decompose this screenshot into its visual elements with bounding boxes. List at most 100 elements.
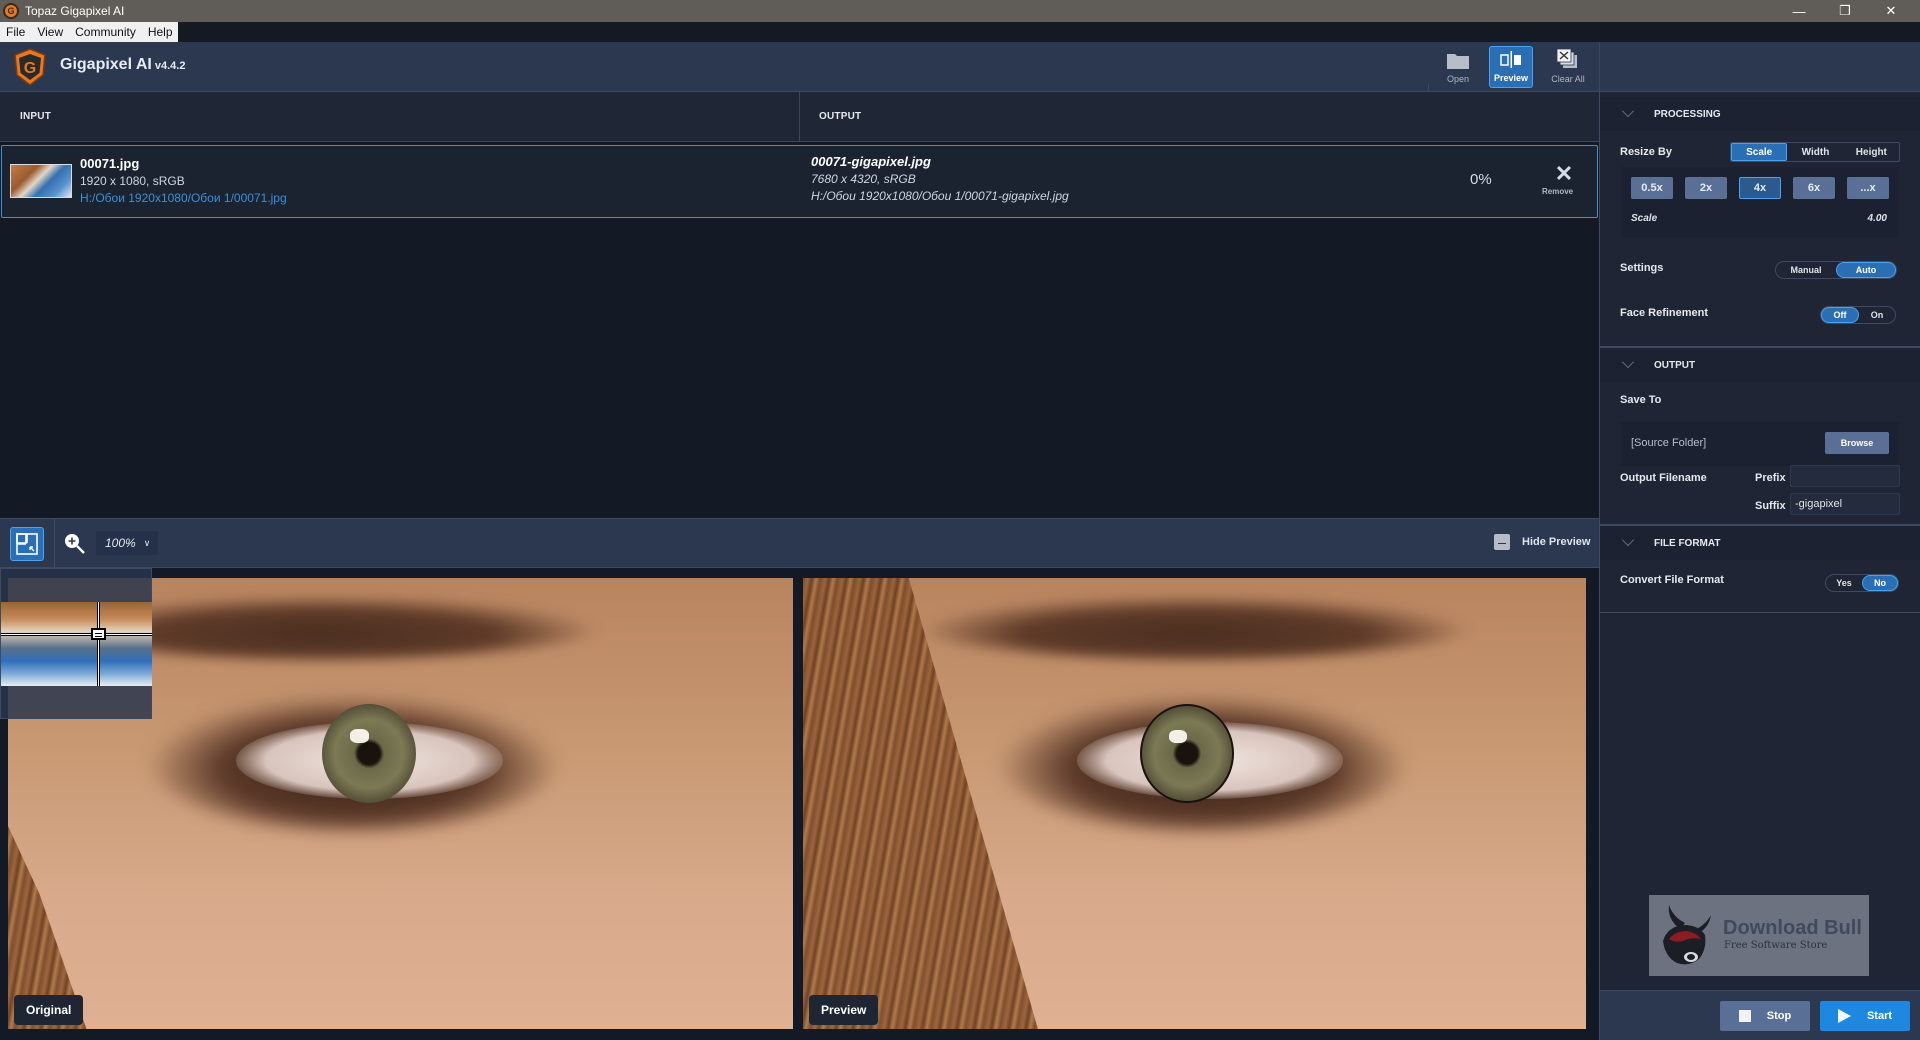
navigator-drag-handle[interactable] (91, 628, 106, 640)
image-region (1139, 704, 1234, 804)
processing-title: PROCESSING (1654, 108, 1721, 120)
menu-bar: File View Community Help (0, 22, 1920, 42)
navigator-toggle-button[interactable] (10, 527, 44, 561)
settings-label: Settings (1620, 262, 1664, 274)
restore-icon: ❐ (1839, 3, 1851, 18)
hide-preview-checkbox[interactable] (1494, 534, 1510, 550)
zoom-level-select[interactable]: 100% ∨ (96, 531, 158, 555)
navigator-icon (16, 533, 38, 555)
title-bar: G Topaz Gigapixel AI — ❐ ✕ (0, 0, 1920, 22)
watermark-title: Download Bull (1723, 917, 1862, 939)
suffix-input[interactable] (1790, 493, 1900, 515)
browse-button[interactable]: Browse (1825, 432, 1889, 454)
prefix-input[interactable] (1790, 465, 1900, 487)
chevron-down-icon (1622, 534, 1634, 546)
svg-text:G: G (24, 60, 36, 77)
navigator-split-line[interactable] (97, 602, 100, 686)
app-name-text: Gigapixel AI (60, 56, 152, 73)
resize-by-height[interactable]: Height (1844, 143, 1899, 161)
convert-file-format-toggle: Yes No (1825, 574, 1899, 592)
scale-0.5x-button[interactable]: 0.5x (1631, 177, 1673, 199)
face-refinement-on[interactable]: On (1859, 307, 1895, 323)
settings-toggle: Manual Auto (1775, 261, 1897, 279)
column-output: OUTPUT (819, 111, 862, 122)
minimize-button[interactable]: — (1776, 0, 1822, 22)
input-path[interactable]: H:/Обои 1920x1080/Обои 1/00071.jpg (80, 191, 287, 205)
start-button[interactable]: Start (1820, 1001, 1910, 1031)
minimize-icon: — (1792, 3, 1806, 19)
processing-section-header[interactable]: PROCESSING (1600, 97, 1920, 131)
convert-yes[interactable]: Yes (1826, 575, 1862, 591)
app-icon: G (3, 3, 19, 19)
close-button[interactable]: ✕ (1868, 0, 1914, 22)
suffix-label: Suffix (1755, 500, 1786, 512)
menu-file[interactable]: File (0, 25, 31, 39)
output-filename-label: Output Filename (1620, 472, 1707, 484)
clear-all-button[interactable]: Clear All (1546, 46, 1590, 88)
face-refinement-off[interactable]: Off (1821, 307, 1859, 323)
zoom-level-value: 100% (105, 536, 136, 550)
file-format-section-header[interactable]: FILE FORMAT (1600, 526, 1920, 560)
progress-percent: 0% (1470, 171, 1492, 188)
input-dimensions: 1920 x 1080, sRGB (80, 174, 185, 188)
save-to-value: [Source Folder] (1631, 437, 1707, 449)
face-refinement-toggle: Off On (1820, 306, 1896, 324)
preview-label: Preview (1493, 73, 1529, 83)
settings-panel: PROCESSING Resize By Scale Width Height … (1599, 92, 1920, 1040)
section-divider (1600, 612, 1920, 613)
start-label: Start (1866, 1010, 1893, 1022)
scale-value[interactable]: 4.00 (1868, 213, 1887, 224)
remove-button[interactable]: ✕ Remove (1542, 163, 1586, 197)
close-icon: ✕ (1885, 3, 1897, 18)
open-button[interactable]: Open (1436, 46, 1480, 88)
header-divider (1599, 42, 1600, 92)
resize-by-selector: Scale Width Height (1730, 142, 1900, 162)
stop-label: Stop (1766, 1010, 1792, 1022)
zoom-in-icon[interactable] (64, 533, 86, 555)
convert-no[interactable]: No (1862, 575, 1898, 591)
bull-logo-icon (1663, 905, 1711, 965)
remove-label: Remove (1542, 187, 1574, 196)
action-footer: Stop Start (1600, 990, 1920, 1040)
chevron-down-icon: ∨ (143, 537, 151, 548)
menu-help[interactable]: Help (142, 25, 179, 39)
file-format-title: FILE FORMAT (1654, 537, 1721, 549)
stop-button[interactable]: Stop (1720, 1001, 1810, 1031)
preview-image (803, 578, 1586, 1029)
resize-by-width[interactable]: Width (1787, 143, 1843, 161)
original-label: Original (14, 995, 84, 1025)
output-dimensions: 7680 x 4320, sRGB (811, 172, 916, 186)
navigator-crosshair[interactable] (1, 633, 152, 636)
scale-4x-button[interactable]: 4x (1739, 177, 1781, 199)
resize-by-scale[interactable]: Scale (1731, 143, 1788, 161)
scale-custom-button[interactable]: ...x (1847, 177, 1889, 199)
settings-auto[interactable]: Auto (1836, 262, 1896, 278)
input-filename: 00071.jpg (80, 156, 140, 171)
clear-all-label: Clear All (1551, 74, 1585, 84)
output-section-header[interactable]: OUTPUT (1600, 348, 1920, 382)
save-to-field: [Source Folder] Browse (1621, 422, 1899, 466)
maximize-button[interactable]: ❐ (1822, 0, 1868, 22)
output-file-info: 00071-gigapixel.jpg 7680 x 4320, sRGB H:… (811, 154, 1069, 203)
menu-community[interactable]: Community (69, 25, 142, 39)
navigator-panel[interactable] (0, 568, 152, 719)
face-refinement-label: Face Refinement (1620, 307, 1709, 319)
preview-button[interactable]: Preview (1489, 46, 1533, 88)
menu-view[interactable]: View (31, 25, 69, 39)
scale-options: 0.5x 2x 4x 6x ...x Scale 4.00 (1621, 167, 1899, 237)
preview-label: Preview (809, 995, 879, 1025)
scale-2x-button[interactable]: 2x (1685, 177, 1727, 199)
scale-6x-button[interactable]: 6x (1793, 177, 1835, 199)
preview-image-pane[interactable]: Preview (803, 578, 1586, 1029)
chevron-down-icon (1622, 105, 1634, 117)
convert-file-format-label: Convert File Format (1620, 574, 1724, 586)
open-label: Open (1446, 74, 1470, 84)
prefix-label: Prefix (1755, 472, 1786, 484)
hide-preview-toggle[interactable]: Hide Preview (1494, 534, 1590, 550)
split-preview-icon (1500, 51, 1521, 68)
settings-manual[interactable]: Manual (1776, 262, 1836, 278)
play-icon (1837, 1009, 1851, 1023)
file-row[interactable]: 00071.jpg 1920 x 1080, sRGB H:/Обои 1920… (1, 145, 1598, 218)
chevron-down-icon (1622, 356, 1634, 368)
window-title: Topaz Gigapixel AI (25, 4, 125, 18)
